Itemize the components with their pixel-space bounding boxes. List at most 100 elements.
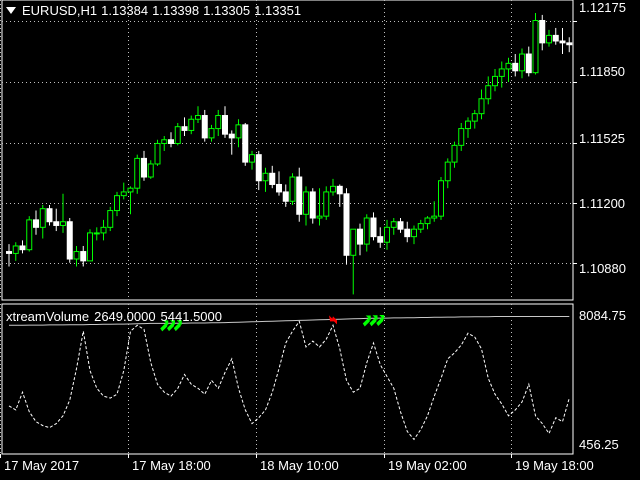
candle-body bbox=[222, 115, 228, 135]
candle-body bbox=[134, 157, 141, 189]
candle-body bbox=[127, 187, 134, 193]
candle-body bbox=[519, 53, 525, 72]
candle-body bbox=[208, 128, 215, 139]
candle-body bbox=[262, 172, 269, 182]
candle-body bbox=[296, 176, 303, 215]
candle-body bbox=[114, 195, 120, 212]
candle-body bbox=[377, 236, 384, 243]
candle-body bbox=[471, 113, 478, 122]
signal-up-arrow bbox=[362, 315, 371, 327]
candle-body bbox=[53, 221, 60, 226]
candle-body bbox=[39, 208, 46, 228]
candle-body bbox=[289, 176, 296, 202]
candle-body bbox=[566, 42, 573, 46]
candle-body bbox=[255, 154, 262, 182]
candle-body bbox=[330, 185, 336, 193]
candle-body bbox=[66, 221, 73, 260]
candle-body bbox=[303, 191, 309, 215]
candle-body bbox=[235, 124, 242, 139]
indicator-value-1: 2649.0000 bbox=[94, 309, 156, 324]
candle-body bbox=[242, 124, 249, 163]
candle-body bbox=[384, 226, 390, 243]
candle-body bbox=[120, 191, 127, 197]
candle-body bbox=[465, 120, 471, 130]
volume-series-line bbox=[8, 320, 570, 441]
candle-body bbox=[19, 245, 26, 251]
time-tick-label: 17 May 2017 bbox=[4, 458, 80, 473]
time-tick-label: 17 May 18:00 bbox=[132, 458, 211, 473]
candle-body bbox=[80, 251, 87, 262]
candle-body bbox=[309, 191, 316, 219]
price-tick-label: 1.10880 bbox=[579, 261, 626, 276]
candle-body bbox=[87, 232, 93, 262]
signal-down-arrow bbox=[329, 315, 337, 325]
candle-body bbox=[350, 228, 357, 256]
indicator-title: xtreamVolume 2649.0000 5441.5000 bbox=[6, 309, 222, 324]
candle-body bbox=[363, 217, 370, 245]
candle-body bbox=[215, 115, 222, 130]
candle-body bbox=[552, 34, 559, 42]
candle-body bbox=[417, 223, 424, 230]
price-tick-label: 1.11525 bbox=[579, 131, 626, 146]
candle-body bbox=[249, 154, 255, 163]
candle-body bbox=[438, 180, 444, 217]
candle-body bbox=[26, 219, 33, 251]
high-value: 1.13398 bbox=[152, 3, 200, 18]
candle-body bbox=[431, 215, 438, 219]
candle-body bbox=[532, 19, 539, 74]
candle-body bbox=[107, 210, 114, 228]
candle-body bbox=[12, 245, 19, 254]
candle-body bbox=[343, 193, 350, 256]
chart-canvas[interactable] bbox=[0, 0, 640, 480]
candle-body bbox=[154, 142, 161, 165]
candle-body bbox=[316, 215, 323, 219]
candle-body bbox=[492, 75, 498, 87]
candle-body bbox=[201, 115, 208, 139]
open-value: 1.13384 bbox=[101, 3, 149, 18]
candle-body bbox=[46, 208, 53, 223]
candle-body bbox=[370, 217, 377, 238]
candle-body bbox=[195, 115, 201, 120]
candle-body bbox=[424, 217, 431, 225]
candle-body bbox=[174, 126, 181, 144]
candle-body bbox=[168, 139, 174, 144]
candle-body bbox=[546, 34, 552, 44]
time-tick-label: 19 May 18:00 bbox=[515, 458, 594, 473]
price-tick-label: 1.11200 bbox=[579, 196, 626, 211]
candle-body bbox=[451, 144, 458, 163]
indicator-max-label: 8084.75 bbox=[579, 308, 626, 323]
candle-body bbox=[505, 62, 512, 70]
candle-body bbox=[276, 183, 282, 193]
candle-body bbox=[478, 98, 485, 115]
candle-body bbox=[60, 221, 66, 226]
indicator-panel-frame bbox=[1, 303, 574, 455]
price-tick-label: 1.12175 bbox=[579, 0, 626, 15]
candle-body bbox=[269, 172, 276, 185]
candle-body bbox=[228, 133, 235, 139]
candle-body bbox=[33, 219, 39, 228]
symbol-label: EURUSD,H1 bbox=[22, 3, 98, 18]
candle-body bbox=[188, 118, 195, 131]
triangle-down-icon[interactable] bbox=[6, 7, 16, 14]
close-value: 1.13351 bbox=[254, 3, 302, 18]
candle-body bbox=[100, 226, 107, 234]
candle-body bbox=[404, 228, 411, 238]
candle-body bbox=[181, 126, 188, 131]
time-tick-label: 19 May 02:00 bbox=[388, 458, 467, 473]
candle-body bbox=[559, 40, 566, 44]
indicator-name: xtreamVolume bbox=[6, 309, 90, 324]
candle-body bbox=[161, 139, 168, 144]
indicator-value-2: 5441.5000 bbox=[160, 309, 222, 324]
candle-body bbox=[93, 232, 100, 235]
candle-body bbox=[525, 53, 532, 74]
candle-body bbox=[323, 191, 330, 217]
price-tick-label: 1.11850 bbox=[579, 64, 626, 79]
candle-body bbox=[485, 85, 492, 100]
candle-body bbox=[498, 68, 505, 77]
candle-body bbox=[458, 128, 465, 146]
candle-body bbox=[147, 163, 154, 178]
candle-body bbox=[397, 221, 404, 230]
candle-body bbox=[141, 157, 147, 178]
candle-body bbox=[512, 62, 519, 72]
candle-body bbox=[357, 228, 363, 245]
